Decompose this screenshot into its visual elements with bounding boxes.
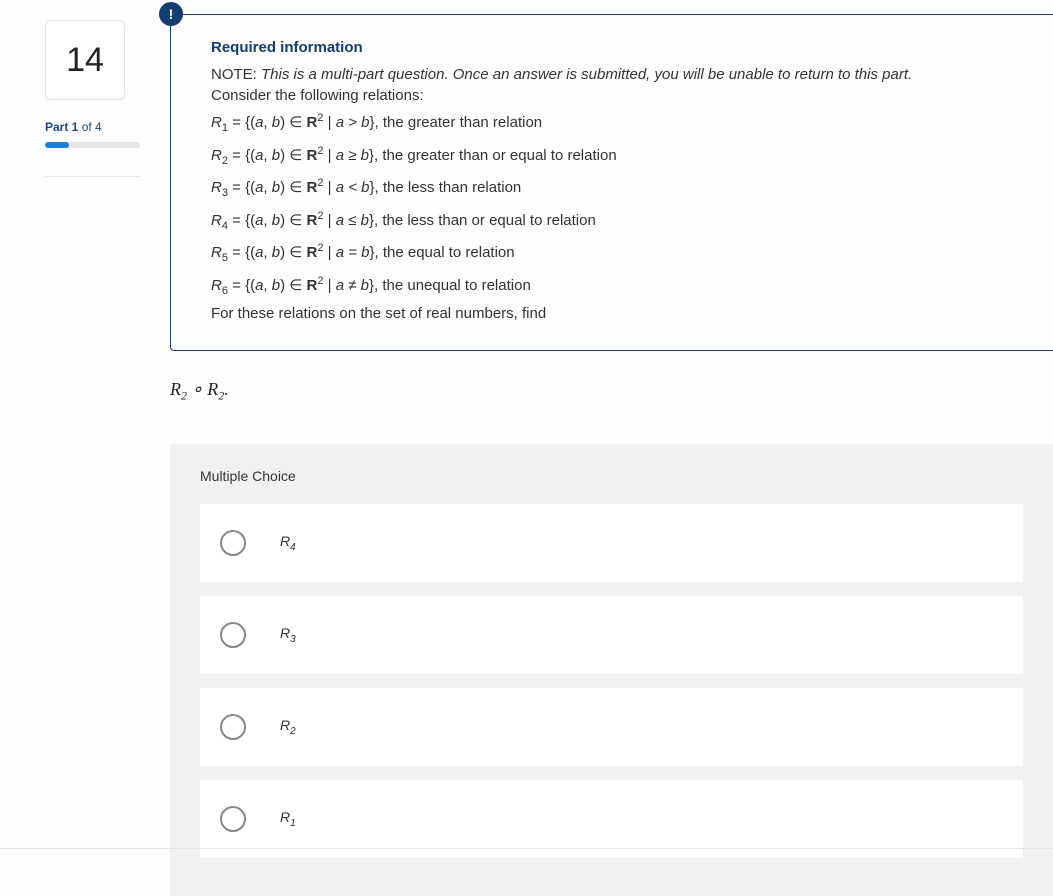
divider [45, 176, 140, 177]
progress-fill [45, 142, 69, 148]
choice-option[interactable]: R2 [200, 688, 1023, 766]
choice-option[interactable]: R4 [200, 504, 1023, 582]
relation-line: R4 = {(a, b) ∈ R2 | a ≤ b}, the less tha… [211, 208, 1023, 235]
radio-icon[interactable] [220, 622, 246, 648]
progress-bar [45, 142, 140, 148]
alert-icon: ! [159, 2, 183, 26]
radio-icon[interactable] [220, 714, 246, 740]
radio-icon[interactable] [220, 530, 246, 556]
required-info-box: ! Required information NOTE: This is a m… [170, 14, 1053, 351]
question-number-box: 14 [45, 20, 125, 100]
relation-line: R5 = {(a, b) ∈ R2 | a = b}, the equal to… [211, 240, 1023, 267]
choice-option[interactable]: R1 [200, 780, 1023, 858]
page-footer-divider [0, 848, 1053, 849]
part-label: Part 1 of 4 [45, 120, 150, 134]
choice-label: R2 [280, 717, 296, 737]
choice-option[interactable]: R3 [200, 596, 1023, 674]
choice-label: R3 [280, 625, 296, 645]
relation-line: R3 = {(a, b) ∈ R2 | a < b}, the less tha… [211, 175, 1023, 202]
relation-line: R2 = {(a, b) ∈ R2 | a ≥ b}, the greater … [211, 143, 1023, 170]
relation-line: R6 = {(a, b) ∈ R2 | a ≠ b}, the unequal … [211, 273, 1023, 300]
multiple-choice-block: Multiple Choice R4 R3 R2 [170, 444, 1053, 896]
question-number: 14 [66, 41, 104, 80]
choice-label: R4 [280, 533, 296, 553]
question-prompt: R2 ∘ R2. [170, 379, 1053, 404]
choice-label: R1 [280, 809, 296, 829]
footer-line: For these relations on the set of real n… [211, 305, 1023, 322]
radio-icon[interactable] [220, 806, 246, 832]
note-line: NOTE: This is a multi-part question. Onc… [211, 66, 1023, 83]
mc-heading: Multiple Choice [200, 468, 1023, 484]
consider-line: Consider the following relations: [211, 87, 1023, 104]
relation-line: R1 = {(a, b) ∈ R2 | a > b}, the greater … [211, 110, 1023, 137]
required-info-title: Required information [211, 39, 1023, 56]
